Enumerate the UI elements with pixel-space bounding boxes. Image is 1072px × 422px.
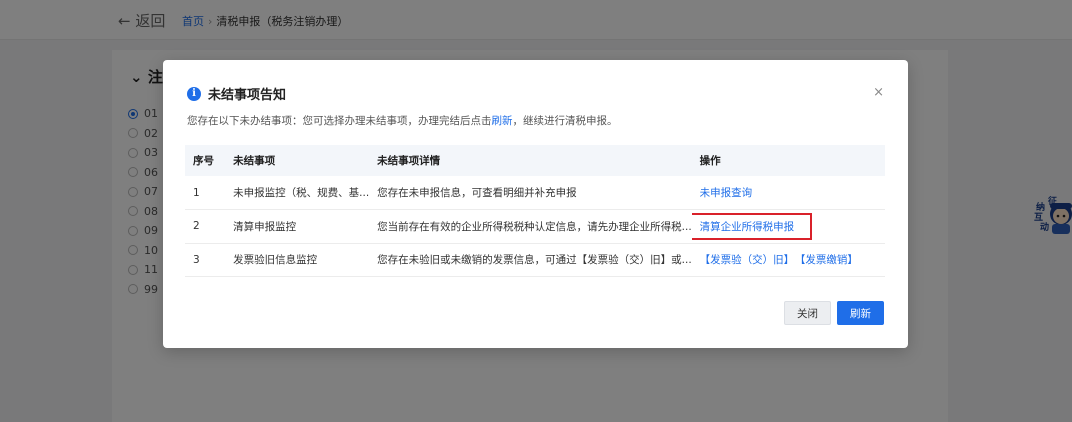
unfiled-query-link[interactable]: 未申报查询: [700, 187, 753, 199]
modal-header: i 未结事项告知: [187, 84, 286, 103]
row-index: 3: [185, 243, 226, 277]
column-header-action: 操作: [691, 145, 885, 176]
modal-footer: 关闭 刷新: [784, 301, 884, 325]
row-detail: 您存在未验旧或未缴销的发票信息，可通过【发票验（交）旧】或...: [369, 243, 692, 277]
row-item: 未申报监控（税、规费、基...: [225, 176, 370, 210]
table-row: 2 清算申报监控 您当前存在有效的企业所得税税种认定信息，请先办理企业所得税..…: [185, 209, 885, 244]
row-index: 2: [185, 209, 226, 244]
invoice-verify-link[interactable]: 【发票验（交）旧】: [700, 254, 795, 266]
modal-title: 未结事项告知: [208, 88, 287, 103]
highlight-box: 清算企业所得税申报: [691, 212, 813, 240]
table-header-row: 序号 未结事项 未结事项详情 操作: [185, 145, 885, 176]
row-detail: 您当前存在有效的企业所得税税种认定信息，请先办理企业所得税...: [369, 209, 692, 244]
refresh-button[interactable]: 刷新: [837, 301, 884, 325]
close-icon[interactable]: ×: [873, 85, 884, 100]
refresh-link[interactable]: 刷新: [492, 115, 513, 127]
column-header-item: 未结事项: [225, 145, 370, 176]
column-header-detail: 未结事项详情: [369, 145, 692, 176]
unfinished-items-table: 序号 未结事项 未结事项详情 操作 1 未申报监控（税、规费、基... 您存在未…: [185, 145, 885, 277]
row-detail: 您存在未申报信息，可查看明细并补充申报: [369, 176, 692, 210]
row-index: 1: [185, 176, 226, 210]
table-row: 3 发票验旧信息监控 您存在未验旧或未缴销的发票信息，可通过【发票验（交）旧】或…: [185, 243, 885, 277]
unfinished-items-modal: i 未结事项告知 × 您存在以下未办结事项：您可选择办理未结事项，办理完结后点击…: [163, 60, 908, 348]
row-actions: 清算企业所得税申报: [691, 209, 885, 244]
row-item: 清算申报监控: [225, 209, 370, 244]
invoice-cancel-link[interactable]: 【发票缴销】: [800, 254, 858, 266]
row-item: 发票验旧信息监控: [225, 243, 370, 277]
liquidation-cit-filing-link[interactable]: 清算企业所得税申报: [700, 221, 795, 233]
table-row: 1 未申报监控（税、规费、基... 您存在未申报信息，可查看明细并补充申报 未申…: [185, 176, 885, 210]
row-actions: 未申报查询: [691, 176, 885, 210]
column-header-index: 序号: [185, 145, 226, 176]
info-icon: i: [187, 86, 201, 101]
modal-description: 您存在以下未办结事项：您可选择办理未结事项，办理完结后点击刷新，继续进行清税申报…: [187, 115, 618, 127]
row-actions: 【发票验（交）旧】 【发票缴销】: [691, 243, 885, 277]
close-button[interactable]: 关闭: [784, 301, 831, 325]
